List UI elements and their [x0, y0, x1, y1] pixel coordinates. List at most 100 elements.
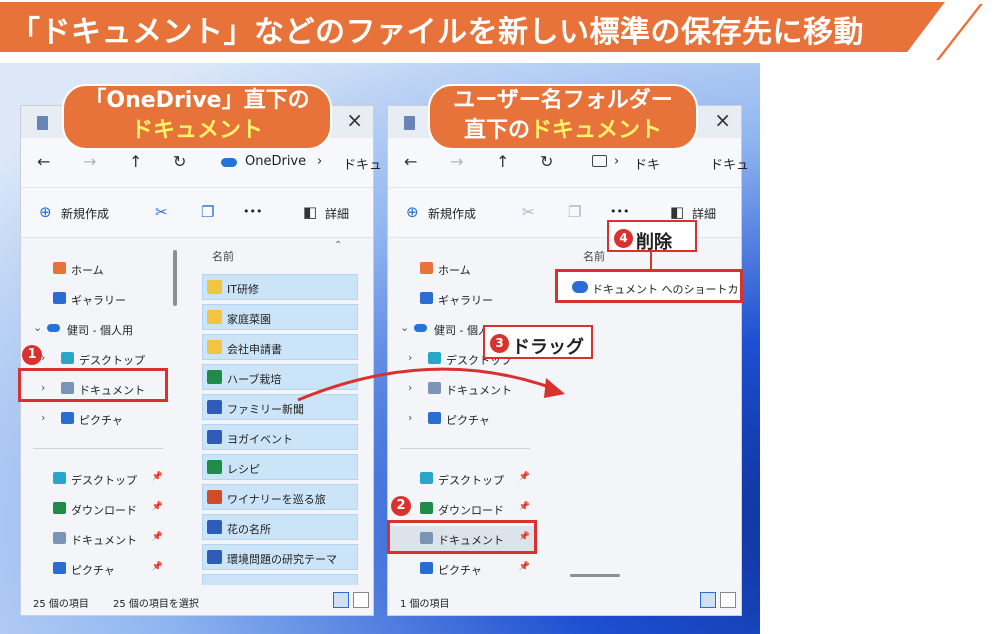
- refresh-icon[interactable]: ↻: [540, 152, 553, 171]
- callout-line1: 「OneDrive」直下の: [84, 88, 310, 113]
- excel-file-icon: [207, 460, 222, 474]
- sidebar-item-gallery[interactable]: ギャラリー: [21, 286, 171, 312]
- step-4-badge: 4: [614, 229, 633, 248]
- cut-icon[interactable]: ✂: [522, 203, 535, 221]
- documents-shortcut-item[interactable]: ドキュメント へのショートカット (One: [555, 269, 743, 303]
- this-pc-icon: [592, 155, 607, 167]
- forward-icon[interactable]: →: [450, 152, 463, 171]
- pin-icon[interactable]: 📌: [152, 562, 163, 572]
- banner-title: 「ドキュメント」などのファイルを新しい標準の保存先に移動: [10, 15, 864, 50]
- callout-user-documents: ユーザー名フォルダー 直下のドキュメント: [430, 86, 696, 148]
- highlight-user-documents: [387, 520, 537, 554]
- download-icon: [53, 502, 66, 514]
- sidebar-item-quick-downloads[interactable]: ダウンロード 📌: [21, 496, 171, 522]
- details-view-icon[interactable]: [333, 592, 349, 608]
- sidebar-item-gallery[interactable]: ギャラリー: [388, 286, 538, 312]
- drag-arrow: [297, 367, 565, 402]
- tiles-view-icon[interactable]: [353, 592, 369, 608]
- refresh-icon[interactable]: ↻: [173, 152, 186, 171]
- sidebar-label: ギャラリー: [71, 294, 126, 307]
- more-options-button[interactable]: •••: [243, 205, 262, 218]
- list-item[interactable]: ヨガイベント: [202, 424, 358, 450]
- new-plus-icon[interactable]: ⊕: [406, 203, 419, 221]
- download-icon: [420, 502, 433, 514]
- chevron-down-icon[interactable]: ⌄: [33, 321, 42, 334]
- folder-icon: [207, 340, 222, 354]
- gallery-icon: [53, 292, 66, 304]
- pin-icon[interactable]: 📌: [152, 532, 163, 542]
- details-view-icon[interactable]: [700, 592, 716, 608]
- file-name: ハーブ栽培: [227, 373, 282, 386]
- sidebar-item-quick-documents[interactable]: ドキュメント 📌: [21, 526, 171, 552]
- breadcrumb-user[interactable]: ドキ: [634, 154, 660, 173]
- tiles-view-icon[interactable]: [720, 592, 736, 608]
- folder-icon: [207, 280, 222, 294]
- list-item[interactable]: 家庭菜園: [202, 304, 358, 330]
- list-item[interactable]: 環境問題の研究テーマ: [202, 544, 358, 570]
- copy-icon[interactable]: ❐: [568, 203, 581, 221]
- breadcrumb-separator: ›: [614, 154, 620, 169]
- list-item[interactable]: 花の名所: [202, 514, 358, 540]
- documents-icon: [53, 532, 66, 544]
- sidebar-item-quick-pictures[interactable]: ピクチャ 📌: [21, 556, 171, 582]
- sort-caret-icon[interactable]: ⌃: [334, 240, 342, 251]
- drag-arrow-head: [544, 378, 565, 398]
- sidebar-item-pictures[interactable]: › ピクチャ: [21, 406, 171, 432]
- list-item[interactable]: レシピ: [202, 454, 358, 480]
- breadcrumb-onedrive[interactable]: OneDrive: [245, 154, 306, 169]
- new-plus-icon[interactable]: ⊕: [39, 203, 52, 221]
- close-icon[interactable]: ×: [346, 108, 363, 132]
- breadcrumb-separator: ›: [317, 154, 323, 169]
- pin-icon[interactable]: 📌: [519, 472, 530, 482]
- pin-icon[interactable]: 📌: [519, 502, 530, 512]
- word-file-icon: [207, 400, 222, 414]
- details-pane-icon[interactable]: ◧: [303, 203, 317, 221]
- breadcrumb-documents[interactable]: ドキュ: [710, 154, 749, 173]
- pin-icon[interactable]: 📌: [152, 502, 163, 512]
- banner-slash: [936, 4, 983, 60]
- back-icon[interactable]: ←: [37, 152, 50, 171]
- folder-icon: [207, 310, 222, 324]
- callout-line2-highlight: ドキュメント: [530, 118, 663, 143]
- close-icon[interactable]: ×: [714, 108, 731, 132]
- pictures-icon: [61, 412, 74, 424]
- breadcrumb-documents[interactable]: ドキュ: [343, 154, 382, 173]
- list-item[interactable]: IT研修: [202, 274, 358, 300]
- column-header-name[interactable]: 名前: [583, 248, 605, 264]
- details-pane-icon[interactable]: ◧: [670, 203, 684, 221]
- desktop-icon: [53, 472, 66, 484]
- sidebar-label: ホーム: [438, 264, 471, 277]
- up-icon[interactable]: ↑: [496, 152, 509, 171]
- file-name: ワイナリーを巡る旅: [227, 493, 326, 506]
- back-icon[interactable]: ←: [404, 152, 417, 171]
- list-item[interactable]: ワイナリーを巡る旅: [202, 484, 358, 510]
- copy-icon[interactable]: ❐: [201, 203, 214, 221]
- cloud-icon: [414, 324, 427, 332]
- chevron-right-icon[interactable]: ›: [41, 411, 45, 424]
- sidebar-label: デスクトップ: [438, 474, 504, 487]
- up-icon[interactable]: ↑: [129, 152, 142, 171]
- details-button[interactable]: 詳細: [325, 205, 349, 222]
- new-button[interactable]: 新規作成: [428, 205, 476, 222]
- file-name: 花の名所: [227, 523, 271, 536]
- sidebar-item-quick-desktop[interactable]: デスクトップ 📌: [388, 466, 538, 492]
- folder-tab-icon: [404, 116, 415, 130]
- sidebar-item-quick-desktop[interactable]: デスクトップ 📌: [21, 466, 171, 492]
- word-file-icon: [207, 550, 222, 564]
- chevron-down-icon[interactable]: ⌄: [400, 321, 409, 334]
- sidebar-item-home[interactable]: ホーム: [388, 256, 538, 282]
- pin-icon[interactable]: 📌: [152, 472, 163, 482]
- new-button[interactable]: 新規作成: [61, 205, 109, 222]
- sidebar-item-quick-pictures[interactable]: ピクチャ 📌: [388, 556, 538, 582]
- sidebar-item-home[interactable]: ホーム: [21, 256, 171, 282]
- pin-icon[interactable]: 📌: [519, 562, 530, 572]
- more-options-button[interactable]: •••: [610, 205, 629, 218]
- status-bar: 25 個の項目 25 個の項目を選択: [21, 585, 373, 615]
- forward-icon[interactable]: →: [83, 152, 96, 171]
- cut-icon[interactable]: ✂: [155, 203, 168, 221]
- sidebar-scrollbar[interactable]: [173, 250, 177, 306]
- sidebar-label: 健司 - 個人用: [67, 324, 133, 337]
- horizontal-scrollbar[interactable]: [570, 574, 620, 577]
- sidebar-item-onedrive-personal[interactable]: ⌄ 健司 - 個人用: [21, 316, 171, 342]
- column-header-name[interactable]: 名前: [212, 248, 234, 264]
